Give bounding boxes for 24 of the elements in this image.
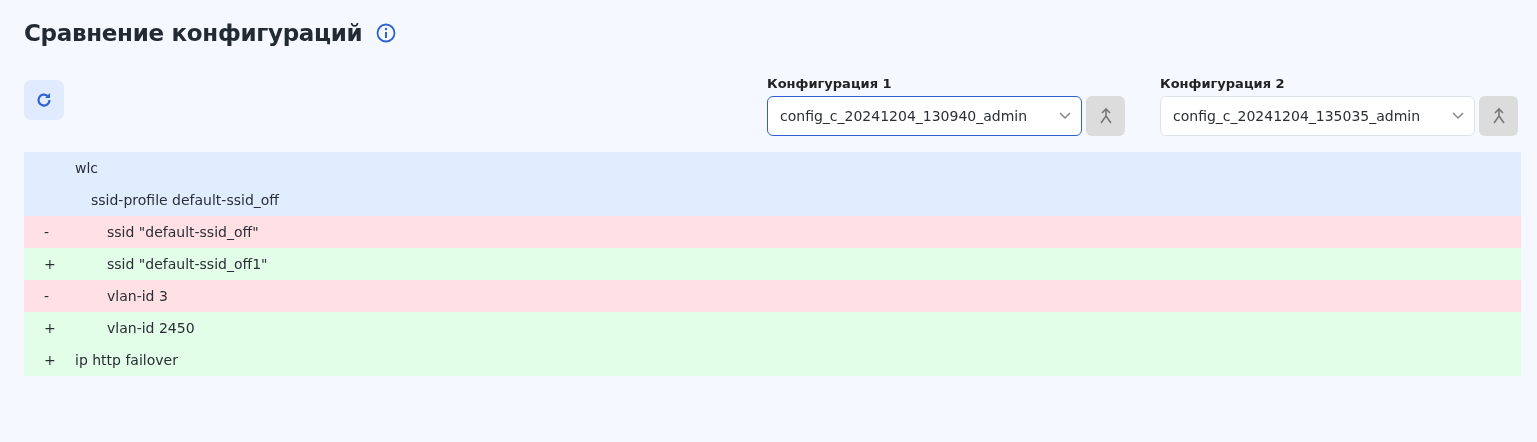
chevron-down-icon <box>1452 112 1464 120</box>
code-text: wlc <box>75 160 99 176</box>
diff-marker: + <box>44 256 56 272</box>
config-label: Конфигурация 1 <box>767 76 893 91</box>
page-title: Сравнение конфигураций <box>24 20 363 46</box>
code-text: ssid "default-ssid_off" <box>106 224 259 240</box>
diff-marker: + <box>44 320 56 336</box>
diff-marker: - <box>44 224 50 240</box>
diff-marker: + <box>44 352 56 368</box>
merge-arrow-icon <box>1491 107 1506 125</box>
refresh-icon <box>35 91 53 109</box>
code-text: vlan-id 3 <box>106 288 168 304</box>
merge-arrow-icon <box>1098 107 1113 125</box>
chevron-down-icon <box>1059 112 1071 120</box>
code-text: ssid "default-ssid_off1" <box>106 256 268 272</box>
code-text: ip http failover <box>75 352 178 368</box>
code-text: vlan-id 2450 <box>106 320 195 336</box>
info-icon[interactable] <box>376 23 397 43</box>
config-label: Конфигурация 2 <box>1160 76 1286 91</box>
refresh-button[interactable] <box>24 80 64 120</box>
diff-marker: - <box>44 288 50 304</box>
config-select[interactable]: config_c_20241204_130940_admin <box>767 96 1082 136</box>
config-select[interactable]: config_c_20241204_135035_admin <box>1160 96 1475 136</box>
code-text: ssid-profile default-ssid_off <box>90 192 279 208</box>
